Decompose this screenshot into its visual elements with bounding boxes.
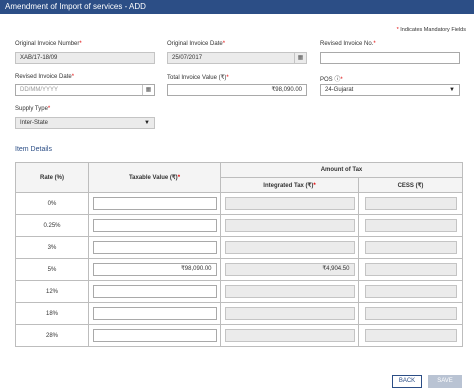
chevron-down-icon: ▼ xyxy=(144,120,150,126)
calendar-icon[interactable]: ▦ xyxy=(142,85,154,95)
cess-field xyxy=(364,241,457,254)
rate-cell: 0.25% xyxy=(15,214,89,237)
required-star: * xyxy=(47,106,51,112)
rate-header: Rate (%) xyxy=(15,162,89,193)
required-star: * xyxy=(226,75,229,81)
taxable-value-cell xyxy=(88,192,221,215)
rate-cell: 28% xyxy=(15,324,89,347)
required-star: * xyxy=(340,77,343,83)
pos-select[interactable]: 24-Gujarat ▼ xyxy=(320,84,460,96)
revised-invoice-no-label: Revised Invoice No.* xyxy=(320,41,376,47)
chevron-down-icon: ▼ xyxy=(449,87,455,93)
supply-type-label: Supply Type* xyxy=(15,106,51,112)
taxable-value-cell: ₹98,090.00 xyxy=(88,258,221,281)
mandatory-note-text: Indicates Mandatory Fields xyxy=(400,27,466,33)
integrated-tax-field xyxy=(224,197,355,210)
taxable-value-header: Taxable Value (₹)* xyxy=(88,162,221,193)
rate-cell: 18% xyxy=(15,302,89,325)
integrated-tax-field xyxy=(224,285,355,298)
amount-of-tax-header: Amount of Tax xyxy=(220,162,463,178)
cess-cell xyxy=(358,214,463,237)
rate-cell: 5% xyxy=(15,258,89,281)
integrated-tax-cell xyxy=(220,192,359,215)
required-star: * xyxy=(313,182,316,189)
original-invoice-date-field: 25/07/2017 ▦ xyxy=(167,52,307,64)
integrated-tax-header: Integrated Tax (₹)* xyxy=(220,177,359,193)
cess-cell xyxy=(358,324,463,347)
required-star: * xyxy=(396,27,399,33)
required-star: * xyxy=(79,41,82,47)
save-button[interactable]: SAVE xyxy=(428,375,462,388)
rate-cell: 3% xyxy=(15,236,89,259)
table-row: 3% xyxy=(15,236,463,259)
taxable-value-input[interactable] xyxy=(92,285,217,298)
taxable-value-input[interactable] xyxy=(92,219,217,232)
cess-field xyxy=(364,285,457,298)
original-invoice-date-label: Original Invoice Date* xyxy=(167,41,226,47)
integrated-tax-field xyxy=(224,219,355,232)
cess-cell xyxy=(358,236,463,259)
required-star: * xyxy=(177,175,181,181)
taxable-value-input[interactable] xyxy=(92,197,217,210)
table-row: 5% ₹98,090.00 ₹4,904.50 xyxy=(15,258,463,281)
integrated-tax-cell: ₹4,904.50 xyxy=(220,258,359,281)
table-row: 0.25% xyxy=(15,214,463,237)
cess-cell xyxy=(358,280,463,303)
cess-field xyxy=(364,219,457,232)
original-invoice-number-label: Original Invoice Number* xyxy=(15,41,82,47)
required-star: * xyxy=(222,41,226,47)
cess-cell xyxy=(358,258,463,281)
required-star: * xyxy=(71,74,75,80)
cess-header: CESS (₹) xyxy=(358,177,463,193)
rate-cell: 12% xyxy=(15,280,89,303)
total-invoice-value-input[interactable]: ₹98,090.00 xyxy=(167,84,307,96)
table-row: 18% xyxy=(15,302,463,325)
item-details-table: Rate (%) Taxable Value (₹)* Amount of Ta… xyxy=(15,162,463,347)
taxable-value-cell xyxy=(88,280,221,303)
page-title: Amendment of Import of services - ADD xyxy=(0,0,474,14)
integrated-tax-cell xyxy=(220,302,359,325)
revised-invoice-date-label: Revised Invoice Date* xyxy=(15,74,75,80)
integrated-tax-field xyxy=(224,241,355,254)
supply-type-select: Inter-State ▼ xyxy=(15,117,155,129)
taxable-value-cell xyxy=(88,302,221,325)
integrated-tax-cell xyxy=(220,236,359,259)
date-placeholder: DD/MM/YYYY xyxy=(20,87,59,93)
integrated-tax-field xyxy=(224,307,355,320)
rate-cell: 0% xyxy=(15,192,89,215)
integrated-tax-field: ₹4,904.50 xyxy=(224,263,355,276)
required-star: * xyxy=(373,41,376,47)
cess-cell xyxy=(358,302,463,325)
cess-cell xyxy=(358,192,463,215)
cess-field xyxy=(364,263,457,276)
integrated-tax-cell xyxy=(220,280,359,303)
taxable-value-input[interactable] xyxy=(92,329,217,342)
revised-invoice-no-input[interactable] xyxy=(320,52,460,64)
taxable-value-cell xyxy=(88,214,221,237)
integrated-tax-cell xyxy=(220,214,359,237)
table-row: 0% xyxy=(15,192,463,215)
item-details-title: Item Details xyxy=(15,146,52,153)
taxable-value-cell xyxy=(88,236,221,259)
integrated-tax-field xyxy=(224,329,355,342)
integrated-tax-cell xyxy=(220,324,359,347)
table-row: 28% xyxy=(15,324,463,347)
back-button[interactable]: BACK xyxy=(392,375,422,388)
calendar-icon: ▦ xyxy=(294,53,306,63)
total-invoice-value-label: Total Invoice Value (₹)* xyxy=(167,75,229,81)
cess-field xyxy=(364,329,457,342)
mandatory-note: * Indicates Mandatory Fields xyxy=(397,27,466,33)
table-row: 12% xyxy=(15,280,463,303)
cess-field xyxy=(364,197,457,210)
cess-field xyxy=(364,307,457,320)
taxable-value-input[interactable]: ₹98,090.00 xyxy=(92,263,217,276)
original-invoice-number-field: XAB/17-18/09 xyxy=(15,52,155,64)
taxable-value-input[interactable] xyxy=(92,241,217,254)
pos-label: POS ⓘ* xyxy=(320,77,343,83)
taxable-value-cell xyxy=(88,324,221,347)
revised-invoice-date-input[interactable]: DD/MM/YYYY ▦ xyxy=(15,84,155,96)
taxable-value-input[interactable] xyxy=(92,307,217,320)
